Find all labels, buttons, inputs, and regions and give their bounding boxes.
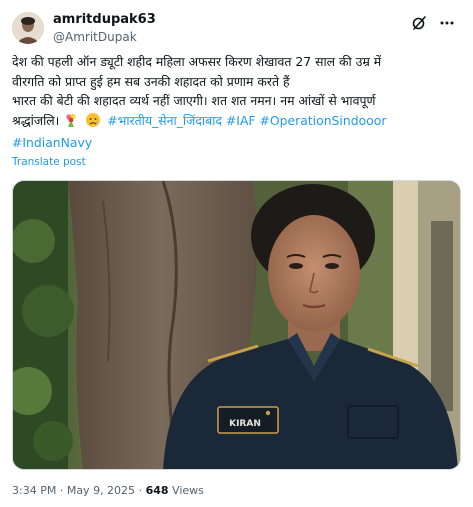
avatar-image xyxy=(12,12,44,44)
display-name[interactable]: amritdupak63 xyxy=(53,12,156,28)
tweet-line: श्रद्धांजलि। #भारतीय_सेना_जिंदाबाद #IAF … xyxy=(12,111,461,134)
tweet-header: amritdupak63 @AmritDupak xyxy=(12,10,461,50)
views-label: Views xyxy=(172,484,204,497)
more-icon[interactable] xyxy=(439,15,455,31)
header-actions xyxy=(411,14,455,32)
tweet-line: भारत की बेटी की शहादत व्यर्थ नहीं जाएगी।… xyxy=(12,93,376,108)
avatar[interactable] xyxy=(12,12,44,44)
meta-separator: · xyxy=(59,484,64,497)
bouquet-emoji xyxy=(63,112,79,134)
grok-icon[interactable] xyxy=(411,15,427,31)
uniform-name-tag: KIRAN xyxy=(229,419,261,429)
author-names: amritdupak63 @AmritDupak xyxy=(53,12,156,45)
hashtag-indiannavy[interactable]: #IndianNavy xyxy=(12,133,461,153)
post-time[interactable]: 3:34 PM xyxy=(12,484,56,497)
meta-separator: · xyxy=(138,484,143,497)
sad-face-emoji xyxy=(85,112,101,134)
officer-photo: KIRAN xyxy=(13,181,460,469)
tweet-line-text: श्रद्धांजलि। xyxy=(12,112,60,128)
tweet-media-photo[interactable]: KIRAN xyxy=(12,180,461,470)
tweet-text: देश की पहली ऑन ड्यूटी शहीद महिला अफसर कि… xyxy=(12,52,461,153)
hashtag-links[interactable]: #भारतीय_सेना_जिंदाबाद #IAF #OperationSin… xyxy=(107,113,386,128)
tweet-card: amritdupak63 @AmritDupak देश की पहली ऑन … xyxy=(0,0,473,507)
user-handle[interactable]: @AmritDupak xyxy=(53,29,156,45)
tweet-meta: 3:34 PM · May 9, 2025 · 648 Views xyxy=(12,484,204,497)
views-count: 648 xyxy=(145,484,169,497)
post-date[interactable]: May 9, 2025 xyxy=(67,484,135,497)
tweet-line: देश की पहली ऑन ड्यूटी शहीद महिला अफसर कि… xyxy=(12,54,382,69)
tweet-line: वीरगति को प्राप्त हुई हम सब उनकी शहादत क… xyxy=(12,73,290,89)
translate-post-link[interactable]: Translate post xyxy=(12,156,86,168)
